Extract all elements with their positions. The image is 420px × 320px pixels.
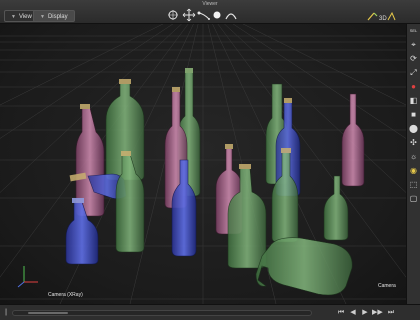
flask-green-lying	[255, 237, 353, 296]
rotate-icon[interactable]: ⟳	[408, 53, 420, 65]
orbit-tool-icon[interactable]	[166, 8, 180, 22]
sphere-icon[interactable]: ⬤	[408, 123, 420, 135]
arc-tool-icon[interactable]	[224, 8, 238, 22]
right-toolbar: SEL ⌖ ⟳ ⤢ ● ◧ ■ ⬤ ✣ ☼ ◉ ⬚ ▢	[406, 24, 420, 304]
snap-icon[interactable]: ⌖	[408, 39, 420, 51]
bottle-pink-back-far-right	[341, 93, 365, 187]
3d-viewport[interactable]: Camera (XRay) Camera	[0, 24, 406, 304]
window-title: Viewer	[202, 1, 218, 7]
move-tool-icon[interactable]	[182, 8, 196, 22]
chevron-down-icon: ▼	[11, 14, 16, 20]
scrollbar-thumb[interactable]	[27, 312, 68, 314]
next-frame-icon[interactable]: ▶▶	[372, 308, 383, 318]
cube-dark-icon[interactable]: ■	[408, 109, 420, 121]
scene-canvas[interactable]	[0, 24, 406, 304]
transform-icon[interactable]: ✣	[408, 137, 420, 149]
axis-indicator-icon[interactable]: 3D	[366, 10, 396, 24]
last-frame-icon[interactable]: ⏭	[386, 308, 396, 318]
first-frame-icon[interactable]: ⏮	[336, 308, 346, 318]
indicator-label: 3D	[379, 16, 387, 22]
prev-frame-icon[interactable]: ◀	[348, 308, 358, 318]
chevron-down-icon: ▼	[40, 14, 45, 20]
tab-display[interactable]: ▼ Display	[33, 10, 75, 22]
region-icon[interactable]: ⬚	[408, 179, 420, 191]
frame-icon[interactable]: ▢	[408, 193, 420, 205]
camera-icon[interactable]: ◉	[408, 165, 420, 177]
sphere-tool-icon[interactable]	[210, 8, 224, 22]
camera-label: Camera (XRay)	[48, 292, 83, 298]
camera-label-right: Camera	[378, 283, 396, 289]
select-icon[interactable]: SEL	[408, 25, 420, 37]
cube-icon[interactable]: ◧	[408, 95, 420, 107]
color-icon[interactable]: ●	[408, 81, 420, 93]
curve-tool-icon[interactable]	[197, 8, 211, 22]
bar-icon[interactable]: |	[1, 308, 11, 318]
scale-icon[interactable]: ⤢	[408, 67, 420, 79]
horizontal-scrollbar[interactable]	[12, 310, 312, 316]
top-toolbar: Viewer ▼ View ▼ Display 3D	[0, 0, 420, 24]
axis-gizmo	[16, 262, 42, 288]
play-icon[interactable]: ▶	[360, 308, 370, 318]
light-icon[interactable]: ☼	[408, 151, 420, 163]
bottom-bar: | ⏮ ◀ ▶ ▶▶ ⏭	[0, 304, 420, 320]
